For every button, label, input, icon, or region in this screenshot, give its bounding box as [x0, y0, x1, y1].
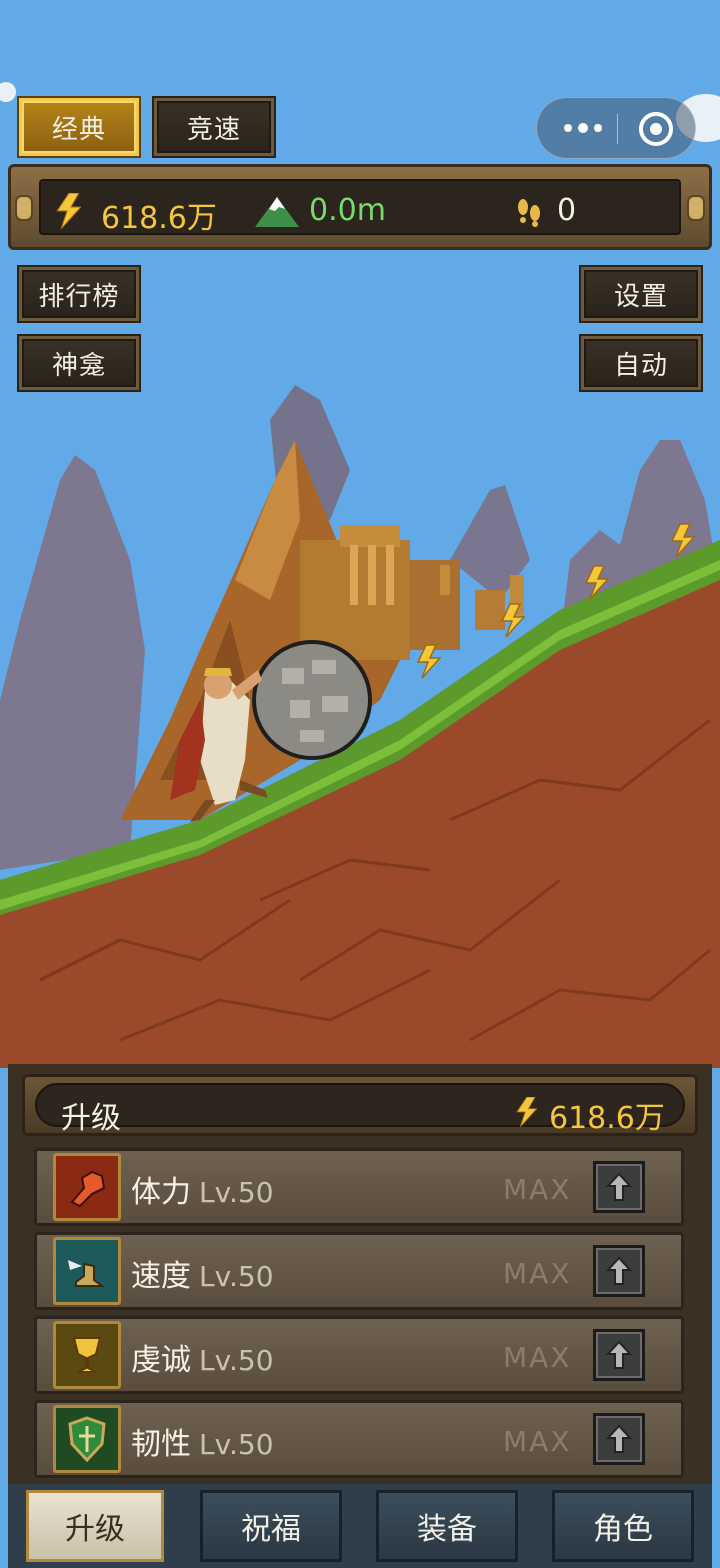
- shield-icon: [53, 1405, 121, 1473]
- upgrade-arrow-button[interactable]: [593, 1161, 645, 1213]
- winged-boot-icon: [53, 1237, 121, 1305]
- upgrade-arrow-button[interactable]: [593, 1413, 645, 1465]
- upgrade-level: Lv.50: [199, 1260, 274, 1293]
- chalice-icon: [53, 1321, 121, 1389]
- upgrade-arrow-button[interactable]: [593, 1245, 645, 1297]
- capsule-divider: [617, 114, 618, 144]
- status-inner: 618.6万 0.0m 0: [39, 179, 681, 236]
- upgrade-energy: 618.6万: [549, 1101, 665, 1136]
- status-rivet: [15, 195, 33, 221]
- max-label: MAX: [503, 1173, 572, 1206]
- upgrade-name: 虔诚 Lv.50: [131, 1343, 274, 1378]
- mountain-landscape: [0, 82, 720, 1068]
- upgrade-level: Lv.50: [199, 1344, 274, 1377]
- arrow-up-icon: [606, 1340, 632, 1369]
- upgrade-name: 体力 Lv.50: [131, 1175, 274, 1210]
- tab-blessing[interactable]: 祝福: [200, 1490, 342, 1562]
- max-label: MAX: [503, 1341, 572, 1374]
- miniprogram-capsule: [536, 97, 696, 159]
- tab-character[interactable]: 角色: [552, 1490, 694, 1562]
- steps-value: 0: [557, 193, 577, 228]
- upgrade-name: 韧性 Lv.50: [131, 1427, 274, 1462]
- upgrade-title: 升级: [61, 1101, 121, 1136]
- max-label: MAX: [503, 1425, 572, 1458]
- upgrade-row-piety: 虔诚 Lv.50 MAX: [34, 1316, 684, 1394]
- upgrade-row-speed: 速度 Lv.50 MAX: [34, 1232, 684, 1310]
- energy-value: 618.6万: [101, 201, 217, 236]
- upgrade-name: 速度 Lv.50: [131, 1259, 274, 1294]
- status-bar: 618.6万 0.0m 0: [8, 164, 712, 250]
- height-value: 0.0m: [309, 193, 386, 228]
- auto-button[interactable]: 自动: [579, 334, 703, 392]
- mode-classic-button[interactable]: 经典: [17, 96, 141, 158]
- upgrade-level: Lv.50: [199, 1176, 274, 1209]
- footsteps-icon: [518, 199, 540, 227]
- mode-race-button[interactable]: 竞速: [152, 96, 276, 158]
- arrow-up-icon: [606, 1256, 632, 1285]
- upgrade-arrow-button[interactable]: [593, 1329, 645, 1381]
- status-rivet: [687, 195, 705, 221]
- energy-icon: [56, 193, 81, 229]
- upgrade-header: 升级 618.6万: [22, 1074, 698, 1136]
- game-scene: [0, 0, 720, 1068]
- upgrade-row-stamina: 体力 Lv.50 MAX: [34, 1148, 684, 1226]
- settings-button[interactable]: 设置: [579, 265, 703, 323]
- arrow-up-icon: [606, 1424, 632, 1453]
- close-target-icon[interactable]: [639, 112, 673, 146]
- energy-icon: [516, 1097, 537, 1127]
- mountain-icon: [255, 197, 299, 227]
- upgrade-header-inner: 升级 618.6万: [35, 1083, 685, 1136]
- tab-equipment[interactable]: 装备: [376, 1490, 518, 1562]
- upgrade-row-toughness: 韧性 Lv.50 MAX: [34, 1400, 684, 1478]
- max-label: MAX: [503, 1257, 572, 1290]
- fist-icon: [53, 1153, 121, 1221]
- leaderboard-button[interactable]: 排行榜: [17, 265, 141, 323]
- more-menu-icon[interactable]: [553, 110, 613, 146]
- upgrade-level: Lv.50: [199, 1428, 274, 1461]
- shrine-button[interactable]: 神龛: [17, 334, 141, 392]
- tab-upgrade[interactable]: 升级: [26, 1490, 164, 1562]
- arrow-up-icon: [606, 1172, 632, 1201]
